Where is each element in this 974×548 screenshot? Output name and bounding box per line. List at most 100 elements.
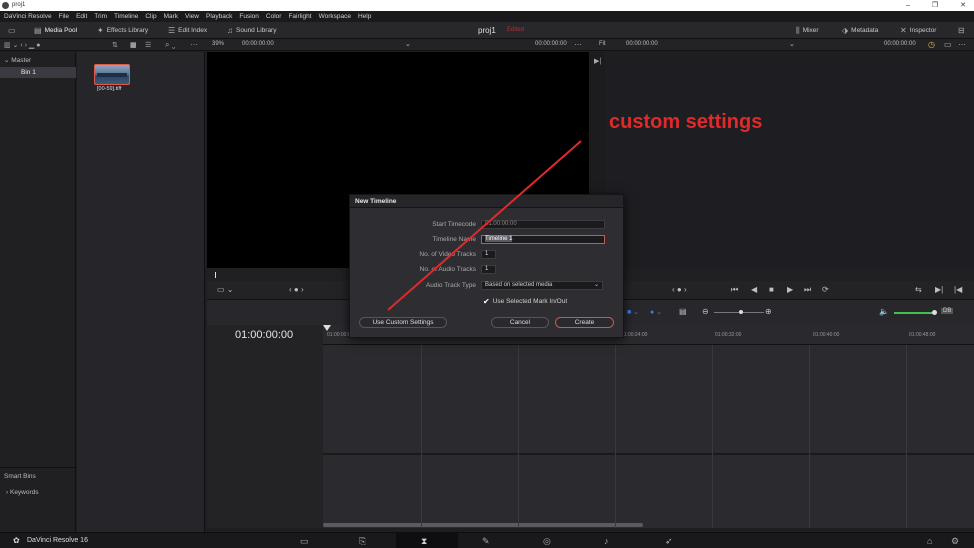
fusion-page-icon[interactable]: ✎ bbox=[482, 536, 490, 547]
go-start-icon[interactable]: ⏮ bbox=[731, 285, 738, 295]
go-end-icon[interactable]: ⏭ bbox=[804, 285, 811, 295]
playhead-marker[interactable] bbox=[215, 272, 216, 278]
sort-icon[interactable]: ⇅ bbox=[112, 41, 118, 49]
edit-page-tab[interactable]: ⧗ bbox=[396, 533, 458, 548]
cut-page-icon[interactable]: ⎘ bbox=[359, 536, 366, 547]
menu-trim[interactable]: Trim bbox=[94, 13, 107, 20]
media-pool-button[interactable]: ▤ Media Pool bbox=[34, 25, 77, 36]
volume-slider-track[interactable] bbox=[894, 312, 934, 314]
sound-library-button[interactable]: ♫ Sound Library bbox=[227, 25, 276, 36]
record-chevron-icon[interactable]: ⌄ bbox=[789, 40, 795, 48]
maximize-button[interactable]: ❐ bbox=[932, 0, 938, 11]
grid-line bbox=[906, 345, 907, 528]
play-icon[interactable]: ▶ bbox=[787, 285, 793, 294]
video-tracks-input[interactable]: 1 bbox=[481, 250, 496, 259]
inspector-icon: ✕ bbox=[900, 26, 907, 35]
chevron-down-icon[interactable]: ⌄ bbox=[405, 40, 411, 48]
edit-page-icon: ⧗ bbox=[421, 536, 428, 546]
fairlight-page-icon[interactable]: ♪ bbox=[604, 536, 609, 546]
bin-item-selected[interactable] bbox=[0, 67, 76, 78]
project-name: proj1 bbox=[478, 26, 496, 35]
next-edit-icon[interactable]: ▶| bbox=[935, 285, 943, 294]
clip-thumbnail[interactable] bbox=[94, 64, 130, 85]
inspector-button[interactable]: ✕ Inspector bbox=[900, 25, 936, 36]
menu-help[interactable]: Help bbox=[358, 13, 371, 20]
panel-layout-icon[interactable]: ▥ ⌄ ‹ › ▁ ● bbox=[4, 41, 40, 49]
bin1-label[interactable]: Bin 1 bbox=[21, 69, 36, 76]
marker-icon[interactable]: ● ⌄ bbox=[650, 308, 662, 316]
start-timecode-input[interactable]: 01:00:00:00 bbox=[481, 220, 605, 229]
menu-edit[interactable]: Edit bbox=[76, 13, 87, 20]
use-mark-checkbox[interactable]: ✔ Use Selected Mark In/Out bbox=[483, 297, 567, 306]
menu-file[interactable]: File bbox=[59, 13, 69, 20]
ruler-label: 01:00:48:00 bbox=[909, 332, 936, 338]
timeline-viewer[interactable] bbox=[605, 52, 974, 268]
menu-workspace[interactable]: Workspace bbox=[319, 13, 351, 20]
deliver-page-icon[interactable]: ➶ bbox=[665, 536, 673, 547]
cancel-button[interactable]: Cancel bbox=[491, 317, 549, 328]
audio-track-type-label: Audio Track Type bbox=[425, 282, 476, 289]
color-page-icon[interactable]: ◎ bbox=[543, 536, 551, 547]
start-timecode-label: Start Timecode bbox=[432, 221, 476, 228]
menu-fairlight[interactable]: Fairlight bbox=[288, 13, 311, 20]
prev-edit-icon[interactable]: |◀ bbox=[954, 285, 962, 294]
volume-slider-thumb[interactable] bbox=[932, 310, 937, 315]
timeline-name-input[interactable]: Timeline 1 bbox=[481, 235, 605, 244]
list-view-icon[interactable]: ☰ bbox=[145, 41, 151, 49]
fit-zoom[interactable]: Fit bbox=[599, 41, 606, 47]
master-bin[interactable]: ⌄ Master bbox=[4, 56, 31, 64]
settings-gear-icon[interactable]: ⚙ bbox=[951, 536, 959, 547]
metadata-button[interactable]: ⬗ Metadata bbox=[842, 25, 878, 36]
source-more-icon[interactable]: ··· bbox=[574, 40, 582, 49]
menu-mark[interactable]: Mark bbox=[164, 13, 178, 20]
menu-davinci[interactable]: DaVinci Resolve bbox=[4, 13, 52, 20]
record-more-icon[interactable]: ··· bbox=[958, 40, 966, 49]
more-icon[interactable]: ··· bbox=[190, 40, 198, 49]
create-button[interactable]: Create bbox=[555, 317, 614, 328]
use-custom-settings-button[interactable]: Use Custom Settings bbox=[359, 317, 447, 328]
match-frame-icon[interactable]: ⇆ bbox=[915, 285, 922, 294]
zoom-out-icon[interactable]: ⊖ bbox=[702, 307, 709, 316]
flag-icon[interactable]: ■ ⌄ bbox=[627, 308, 639, 316]
menu-color[interactable]: Color bbox=[266, 13, 282, 20]
keywords-item[interactable]: › Keywords bbox=[6, 489, 39, 496]
edit-index-button[interactable]: ☰ Edit Index bbox=[168, 25, 207, 36]
home-icon[interactable]: ⌂ bbox=[927, 536, 932, 546]
volume-icon[interactable]: 🔈 bbox=[879, 307, 889, 316]
clock-icon[interactable]: ◷ bbox=[928, 40, 935, 49]
menu-fusion[interactable]: Fusion bbox=[239, 13, 259, 20]
skip-end-icon[interactable]: ▶| bbox=[594, 57, 601, 65]
fullscreen-icon[interactable]: ▭ bbox=[944, 40, 952, 49]
viewer-mode-icon[interactable]: ▭ ⌄ bbox=[217, 285, 233, 294]
media-page-icon[interactable]: ▭ bbox=[300, 536, 309, 547]
expand-icon[interactable]: ⊟ bbox=[958, 25, 965, 36]
db-meter-icon[interactable]: DB bbox=[941, 308, 954, 314]
menu-playback[interactable]: Playback bbox=[206, 13, 232, 20]
effects-library-button[interactable]: ✦ Effects Library bbox=[97, 25, 148, 36]
monitor-icon[interactable]: ▭ bbox=[8, 25, 16, 36]
music-icon: ♫ bbox=[227, 26, 233, 35]
timeline-view-icon[interactable]: ▤ bbox=[679, 307, 687, 316]
horizontal-scrollbar[interactable] bbox=[323, 523, 643, 527]
play-reverse-icon[interactable]: ◀ bbox=[751, 285, 757, 294]
minimize-button[interactable]: – bbox=[906, 0, 910, 11]
loop-icon[interactable]: ⟳ bbox=[822, 285, 829, 294]
audio-tracks-input[interactable]: 1 bbox=[481, 265, 496, 274]
search-icon[interactable]: ⌕ ⌄ bbox=[165, 40, 175, 50]
mixer-button[interactable]: ⫼ Mixer bbox=[796, 25, 819, 36]
grid-view-icon[interactable]: ▦ bbox=[130, 41, 137, 49]
zoom-level[interactable]: 39% bbox=[212, 41, 224, 47]
grid-line bbox=[615, 345, 616, 528]
dialog-title: New Timeline bbox=[350, 195, 623, 208]
zoom-in-icon[interactable]: ⊕ bbox=[765, 307, 772, 316]
playhead-icon[interactable] bbox=[323, 325, 331, 331]
menu-clip[interactable]: Clip bbox=[145, 13, 156, 20]
close-button[interactable]: ✕ bbox=[960, 0, 966, 11]
menu-view[interactable]: View bbox=[185, 13, 199, 20]
stop-icon[interactable]: ■ bbox=[769, 285, 774, 294]
audio-track-type-select[interactable]: Based on selected media ⌄ bbox=[481, 281, 603, 290]
zoom-slider-thumb[interactable] bbox=[739, 310, 743, 314]
menu-timeline[interactable]: Timeline bbox=[114, 13, 138, 20]
jog-right-icon[interactable]: ‹ ● › bbox=[672, 285, 687, 294]
jog-icon[interactable]: ‹ ● › bbox=[289, 285, 304, 294]
